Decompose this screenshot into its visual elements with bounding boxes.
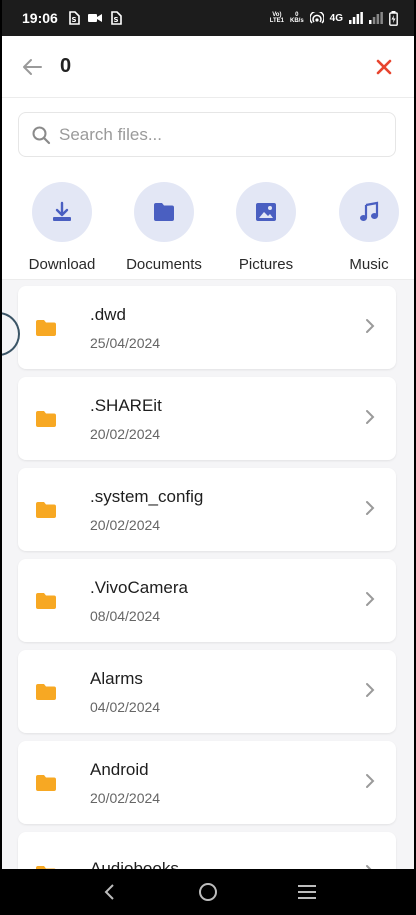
folder-icon bbox=[34, 407, 58, 431]
chevron-right-icon bbox=[360, 680, 380, 700]
chevron-right-icon bbox=[360, 316, 380, 336]
svg-text:S: S bbox=[71, 16, 76, 24]
battery-icon bbox=[389, 10, 398, 26]
svg-text:S: S bbox=[113, 16, 118, 24]
menu-icon bbox=[297, 885, 316, 899]
file-name: Android bbox=[90, 759, 149, 779]
quick-access-bar: Download Documents Pictures Music bbox=[2, 174, 414, 280]
file-date: 04/02/2024 bbox=[90, 698, 161, 715]
system-nav-bar bbox=[0, 869, 416, 915]
list-item[interactable]: .system_config 20/02/2024 bbox=[18, 468, 396, 551]
app-screen: 19:06 S S Vo) LTE1 0 KB/s 4G 0 Search fi… bbox=[2, 0, 414, 915]
file-name: .dwd bbox=[90, 304, 126, 324]
chevron-right-icon bbox=[360, 589, 380, 609]
page-title: 0 bbox=[60, 55, 72, 77]
folder-icon bbox=[34, 680, 58, 704]
speed-unit: KB/s bbox=[289, 18, 304, 24]
chevron-right-icon bbox=[360, 771, 380, 791]
network-speed: 0 KB/s bbox=[290, 12, 304, 24]
music-circle bbox=[339, 182, 399, 242]
quick-documents-label: Documents bbox=[126, 256, 202, 273]
file-name: .system_config bbox=[90, 486, 204, 506]
quick-music[interactable]: Music bbox=[324, 182, 414, 273]
download-circle bbox=[32, 182, 92, 242]
hotspot-icon bbox=[309, 12, 324, 24]
file-date: 08/04/2024 bbox=[90, 607, 161, 624]
search-input[interactable] bbox=[59, 124, 359, 145]
sim-icon: S bbox=[68, 11, 80, 25]
file-name: .SHAREit bbox=[90, 395, 162, 415]
chevron-right-icon bbox=[360, 407, 380, 427]
music-icon bbox=[360, 201, 379, 221]
home-circle-icon bbox=[198, 883, 217, 901]
list-item[interactable]: .VivoCamera 08/04/2024 bbox=[18, 559, 396, 642]
pictures-circle bbox=[236, 182, 296, 242]
list-item[interactable]: .SHAREit 20/02/2024 bbox=[18, 377, 396, 460]
download-icon bbox=[53, 201, 71, 221]
file-date: 25/04/2024 bbox=[90, 334, 161, 351]
signal-icon bbox=[349, 12, 363, 24]
network-type: 4G bbox=[329, 12, 343, 24]
file-name: .VivoCamera bbox=[90, 577, 188, 597]
app-header: 0 bbox=[2, 36, 414, 98]
status-bar: 19:06 S S Vo) LTE1 0 KB/s 4G bbox=[2, 0, 414, 36]
file-date: 20/02/2024 bbox=[90, 789, 161, 806]
file-date: 20/02/2024 bbox=[90, 425, 161, 442]
quick-documents[interactable]: Documents bbox=[119, 182, 209, 273]
image-icon bbox=[256, 203, 276, 221]
file-date: 20/02/2024 bbox=[90, 516, 161, 533]
close-button[interactable] bbox=[372, 55, 396, 79]
quick-download-label: Download bbox=[28, 256, 96, 273]
signal-icon-2 bbox=[369, 12, 383, 24]
folder-icon bbox=[34, 316, 58, 340]
video-camera-icon bbox=[87, 13, 102, 23]
nav-home-button[interactable] bbox=[193, 877, 223, 907]
back-button[interactable] bbox=[20, 55, 44, 79]
close-icon bbox=[376, 59, 392, 74]
chevron-left-icon bbox=[104, 884, 115, 900]
search-section bbox=[2, 98, 414, 174]
file-name: Alarms bbox=[90, 668, 143, 688]
quick-music-label: Music bbox=[349, 256, 389, 273]
list-item[interactable]: .dwd 25/04/2024 bbox=[18, 286, 396, 369]
volte-indicator: Vo) LTE1 bbox=[269, 12, 284, 24]
quick-pictures[interactable]: Pictures bbox=[221, 182, 311, 273]
folder-icon bbox=[34, 498, 58, 522]
documents-circle bbox=[134, 182, 194, 242]
folder-icon bbox=[154, 203, 174, 221]
chevron-right-icon bbox=[360, 498, 380, 518]
sim-icon-2: S bbox=[110, 11, 122, 25]
nav-menu-button[interactable] bbox=[292, 877, 322, 907]
quick-download[interactable]: Download bbox=[17, 182, 107, 273]
search-icon bbox=[32, 126, 51, 144]
status-time: 19:06 bbox=[22, 10, 58, 26]
quick-pictures-label: Pictures bbox=[238, 256, 294, 273]
search-box[interactable] bbox=[18, 112, 396, 157]
list-item[interactable]: Android 20/02/2024 bbox=[18, 741, 396, 824]
list-item[interactable]: Alarms 04/02/2024 bbox=[18, 650, 396, 733]
nav-back-button[interactable] bbox=[94, 877, 124, 907]
file-list: .dwd 25/04/2024 .SHAREit 20/02/2024 .sys… bbox=[18, 286, 396, 915]
folder-icon bbox=[34, 771, 58, 795]
status-right: Vo) LTE1 0 KB/s 4G bbox=[269, 10, 398, 26]
arrow-left-icon bbox=[23, 58, 42, 75]
folder-icon bbox=[34, 589, 58, 613]
